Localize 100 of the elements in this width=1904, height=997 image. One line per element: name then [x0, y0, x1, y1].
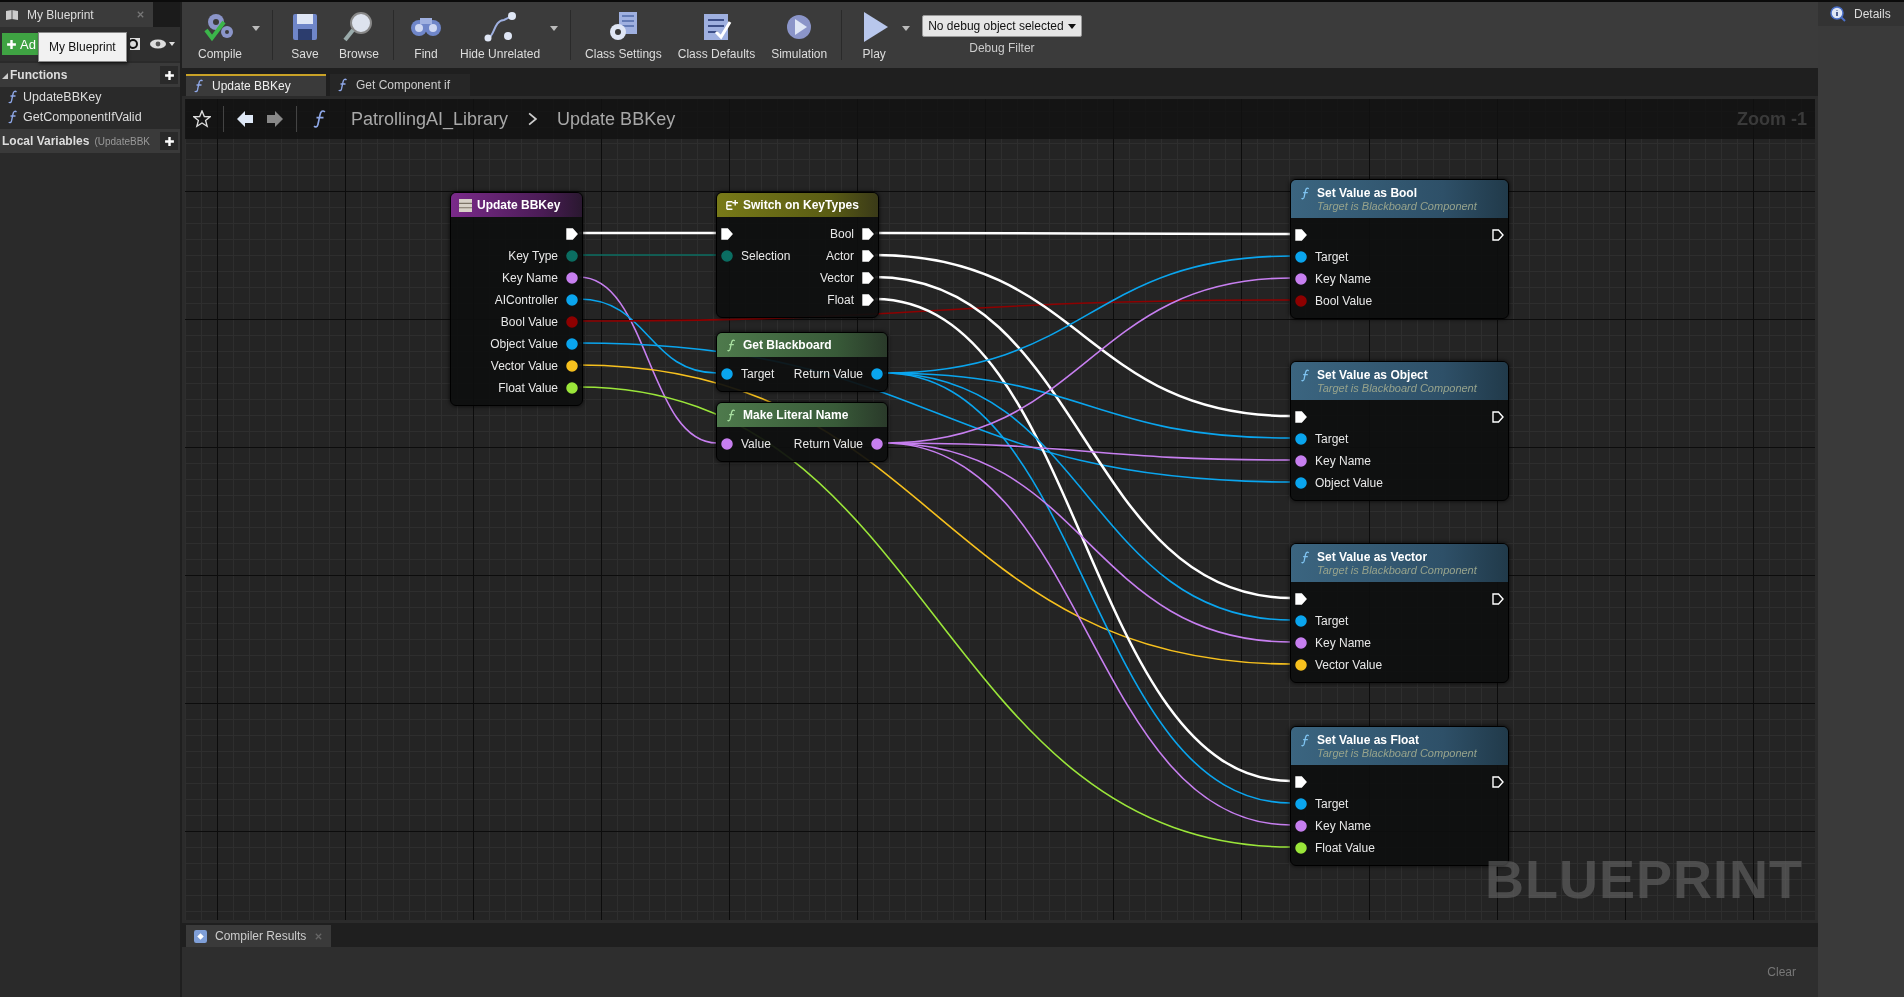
node-title: Set Value as Float: [1317, 733, 1420, 747]
node-subtitle: Target is Blackboard Component: [1316, 564, 1478, 576]
section-title: Functions: [10, 68, 68, 82]
caret-icon[interactable]: [902, 25, 911, 31]
toolbar-button[interactable]: Simulation: [763, 9, 836, 61]
node-graph-icon: [482, 9, 519, 44]
function-icon: [8, 110, 18, 124]
details-tab[interactable]: Details: [1818, 2, 1904, 26]
graph-node[interactable]: Set Value as Bool Target is Blackboard Component Target Key Name Bool Value: [1290, 179, 1509, 319]
exec-pin[interactable]: [1295, 229, 1307, 241]
chevron-icon: [528, 112, 538, 126]
function-item[interactable]: GetComponentIfValid: [0, 107, 180, 127]
exec-pin[interactable]: [1492, 593, 1504, 605]
document-tab[interactable]: Update BBKey: [186, 74, 326, 96]
pin[interactable]: [1295, 637, 1307, 649]
exec-pin[interactable]: [1492, 776, 1504, 788]
node-subtitle: Target is Blackboard Component: [1316, 382, 1478, 394]
pin[interactable]: [871, 438, 883, 450]
pin[interactable]: [1295, 477, 1307, 489]
add-button[interactable]: [160, 66, 178, 84]
exec-pin[interactable]: [862, 250, 874, 262]
toolbar-button[interactable]: Compile: [190, 9, 250, 61]
pin[interactable]: [721, 368, 733, 380]
graph-node[interactable]: Set Value as Vector Target is Blackboard Component Target Key Name Vector Value: [1290, 543, 1509, 683]
toolbar-button[interactable]: Class Defaults: [669, 9, 764, 61]
info-magnifier-icon: [1830, 6, 1846, 22]
forward-arrow-icon[interactable]: [266, 110, 284, 128]
event-icon: [459, 198, 472, 212]
exec-pin[interactable]: [721, 228, 733, 240]
toolbar-button[interactable]: Hide Unrelated: [452, 9, 549, 61]
expand-triangle-icon[interactable]: [2, 71, 8, 79]
graph-node[interactable]: Update BBKey Key Type Key Name AIController Bool Value Object Value Vector Value Float Value: [450, 192, 583, 406]
graph-node[interactable]: Switch on KeyTypes Bool Selection Actor Vector Float: [716, 192, 879, 318]
search-icon[interactable]: [130, 38, 140, 50]
function-icon: [725, 338, 738, 352]
toolbar-button[interactable]: Play: [848, 9, 901, 61]
pin-label: Target: [741, 367, 775, 381]
caret-icon: [1067, 23, 1076, 29]
results-icon: [194, 929, 207, 943]
pin[interactable]: [1295, 820, 1307, 832]
pin-label: Selection: [741, 249, 791, 263]
graph-node[interactable]: Get Blackboard Target Return Value: [716, 332, 888, 392]
exec-pin[interactable]: [862, 228, 874, 240]
breadcrumb-link[interactable]: PatrollingAI_Library: [351, 108, 509, 130]
star-icon[interactable]: [193, 110, 211, 128]
results-tab[interactable]: Compiler Results: [186, 925, 332, 947]
graph-node[interactable]: Set Value as Object Target is Blackboard Component Target Key Name Object Value: [1290, 361, 1509, 501]
panel-tab[interactable]: My Blueprint: [0, 2, 153, 27]
toolbar-button[interactable]: Class Settings: [577, 9, 670, 61]
close-icon[interactable]: [136, 10, 145, 19]
add-button[interactable]: [160, 132, 178, 150]
pin-label: Key Name: [1315, 454, 1372, 468]
pin[interactable]: [871, 368, 883, 380]
function-icon: [8, 90, 18, 104]
breadcrumb-link[interactable]: Update BBKey: [557, 108, 676, 130]
exec-pin[interactable]: [566, 228, 578, 240]
exec-pin[interactable]: [1295, 411, 1307, 423]
function-icon: [1299, 368, 1312, 382]
back-arrow-icon[interactable]: [236, 110, 254, 128]
pin-label: Value: [741, 437, 771, 451]
exec-pin[interactable]: [1295, 776, 1307, 788]
pin[interactable]: [721, 438, 733, 450]
toolbar-button[interactable]: Browse: [331, 9, 388, 61]
section-note: (UpdateBBK: [94, 135, 150, 147]
pin-label: Target: [1315, 797, 1349, 811]
debug-dropdown[interactable]: No debug object selected: [922, 15, 1082, 37]
pin-label: Bool Value: [1315, 294, 1373, 308]
exec-pin[interactable]: [1295, 593, 1307, 605]
section-title: Local Variables: [2, 134, 90, 148]
toolbar-button[interactable]: Find: [400, 9, 453, 61]
exec-pin[interactable]: [862, 272, 874, 284]
caret-icon[interactable]: [252, 25, 260, 31]
pin-label: Target: [1315, 432, 1349, 446]
pin[interactable]: [566, 294, 578, 306]
pin[interactable]: [1295, 273, 1307, 285]
pin[interactable]: [566, 338, 578, 350]
eye-icon[interactable]: [150, 38, 176, 50]
function-icon: [313, 108, 327, 130]
pin-label: Key Name: [501, 271, 558, 285]
function-icon: [194, 79, 204, 93]
function-item[interactable]: UpdateBBKey: [0, 87, 180, 107]
pin[interactable]: [1295, 251, 1307, 263]
pin[interactable]: [1295, 615, 1307, 627]
exec-pin[interactable]: [1492, 229, 1504, 241]
pin[interactable]: [566, 272, 578, 284]
caret-icon[interactable]: [550, 25, 559, 31]
pin-label: Float Value: [1315, 841, 1375, 855]
toolbar-button[interactable]: Save: [279, 9, 331, 61]
pin[interactable]: [1295, 455, 1307, 467]
tooltip: My Blueprint: [38, 32, 127, 62]
graph-node[interactable]: Make Literal Name Value Return Value: [716, 402, 888, 462]
pin[interactable]: [1295, 433, 1307, 445]
document-tab[interactable]: Get Component if: [330, 74, 470, 96]
pin-label: Key Name: [1315, 272, 1372, 286]
exec-pin[interactable]: [862, 294, 874, 306]
pin[interactable]: [1295, 798, 1307, 810]
node-title: Set Value as Object: [1317, 368, 1428, 382]
exec-pin[interactable]: [1492, 411, 1504, 423]
pin-label: Return Value: [793, 437, 863, 451]
node-title: Set Value as Vector: [1317, 550, 1428, 564]
